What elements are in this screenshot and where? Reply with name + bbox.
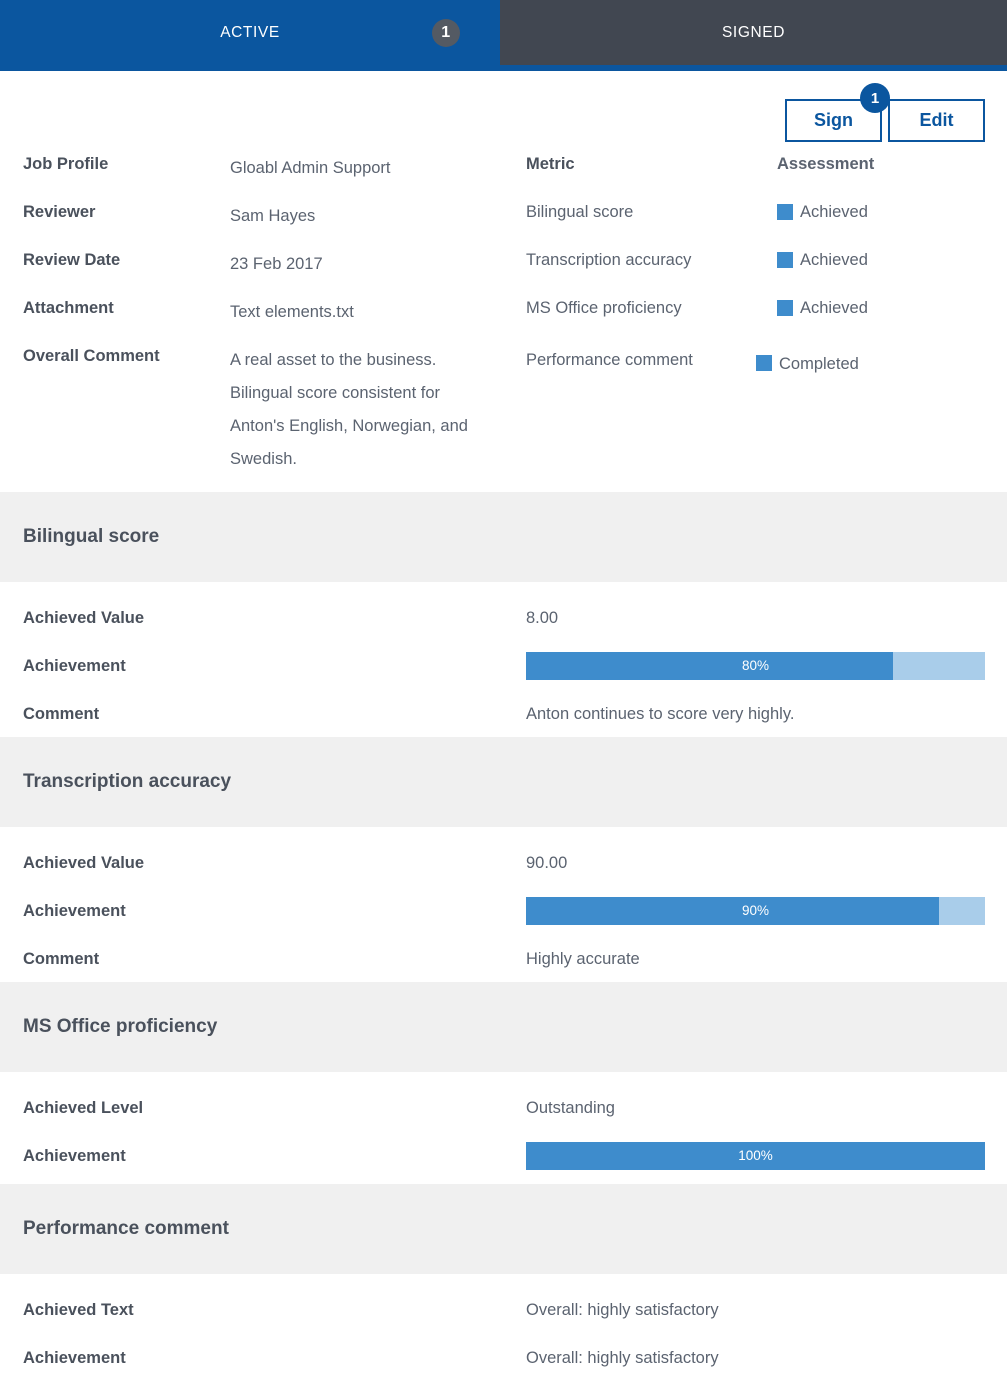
metric-assessment-table: Metric Assessment Bilingual score Achiev… bbox=[526, 152, 996, 381]
summary-key: Attachment bbox=[23, 296, 230, 320]
metric-section-ms-office-proficiency: MS Office proficiency Achieved Level Out… bbox=[0, 982, 1007, 1180]
field-value: 8.00 bbox=[526, 609, 558, 628]
summary-value: Gloabl Admin Support bbox=[230, 152, 391, 185]
status-square-icon bbox=[777, 204, 793, 220]
assessment-cell: Achieved bbox=[777, 200, 868, 224]
progress-label: 80% bbox=[526, 652, 985, 680]
field-value: Overall: highly satisfactory bbox=[526, 1301, 719, 1320]
summary-details: Job Profile Gloabl Admin Support Reviewe… bbox=[23, 152, 513, 476]
tab-bar: ACTIVE 1 SIGNED bbox=[0, 0, 1007, 71]
section-title: Bilingual score bbox=[0, 492, 1007, 582]
section-title: Performance comment bbox=[0, 1184, 1007, 1274]
summary-key: Reviewer bbox=[23, 200, 230, 224]
sign-pending-badge: 1 bbox=[860, 83, 890, 113]
field-label: Achievement bbox=[23, 902, 526, 921]
field-value: Outstanding bbox=[526, 1099, 615, 1118]
achievement-progress-bar: 90% bbox=[526, 897, 985, 925]
field-row-achieved-value: Achieved Value 8.00 bbox=[0, 594, 1007, 642]
section-body: Achieved Level Outstanding Achievement 1… bbox=[0, 1072, 1007, 1180]
field-row-achievement: Achievement 80% bbox=[0, 642, 1007, 690]
tab-signed-label: SIGNED bbox=[722, 24, 785, 42]
assessment-cell: Achieved bbox=[777, 248, 868, 272]
field-row-achievement: Achievement 90% bbox=[0, 887, 1007, 935]
achievement-progress-bar: 80% bbox=[526, 652, 985, 680]
field-value: Highly accurate bbox=[526, 950, 640, 969]
summary-row-reviewer: Reviewer Sam Hayes bbox=[23, 200, 513, 248]
progress-label: 90% bbox=[526, 897, 985, 925]
field-label: Achieved Level bbox=[23, 1099, 526, 1118]
field-row-comment: Comment Highly accurate bbox=[0, 935, 1007, 983]
metric-section-bilingual-score: Bilingual score Achieved Value 8.00 Achi… bbox=[0, 492, 1007, 738]
field-label: Achievement bbox=[23, 657, 526, 676]
summary-row-overall-comment: Overall Comment A real asset to the busi… bbox=[23, 344, 513, 476]
summary-value: Sam Hayes bbox=[230, 200, 315, 233]
section-body: Achieved Text Overall: highly satisfacto… bbox=[0, 1274, 1007, 1382]
metric-row: Performance comment Completed bbox=[526, 344, 996, 381]
field-label: Comment bbox=[23, 950, 526, 969]
summary-key: Job Profile bbox=[23, 152, 230, 176]
field-label: Comment bbox=[23, 705, 526, 724]
column-header-metric: Metric bbox=[526, 152, 777, 176]
edit-button[interactable]: Edit bbox=[888, 99, 985, 142]
status-square-icon bbox=[777, 300, 793, 316]
field-value: Anton continues to score very highly. bbox=[526, 705, 794, 724]
assessment-label: Achieved bbox=[800, 296, 868, 320]
field-row-achieved-text: Achieved Text Overall: highly satisfacto… bbox=[0, 1286, 1007, 1334]
metric-name: Transcription accuracy bbox=[526, 248, 777, 272]
metric-row: MS Office proficiency Achieved bbox=[526, 296, 996, 344]
summary-row-review-date: Review Date 23 Feb 2017 bbox=[23, 248, 513, 296]
assessment-cell: Achieved bbox=[777, 296, 868, 320]
summary-row-job-profile: Job Profile Gloabl Admin Support bbox=[23, 152, 513, 200]
tab-signed[interactable]: SIGNED bbox=[500, 0, 1007, 65]
field-value: 90.00 bbox=[526, 854, 567, 873]
metric-table-header: Metric Assessment bbox=[526, 152, 996, 200]
tab-active-label: ACTIVE bbox=[220, 24, 280, 42]
metric-row: Transcription accuracy Achieved bbox=[526, 248, 996, 296]
metric-section-transcription-accuracy: Transcription accuracy Achieved Value 90… bbox=[0, 737, 1007, 983]
section-title: MS Office proficiency bbox=[0, 982, 1007, 1072]
field-row-achievement: Achievement 100% bbox=[0, 1132, 1007, 1180]
section-body: Achieved Value 8.00 Achievement 80% Comm… bbox=[0, 582, 1007, 738]
progress-label: 100% bbox=[526, 1142, 985, 1170]
field-label: Achieved Value bbox=[23, 854, 526, 873]
summary-key: Overall Comment bbox=[23, 344, 230, 368]
field-label: Achieved Value bbox=[23, 609, 526, 628]
metric-name: MS Office proficiency bbox=[526, 296, 777, 320]
field-label: Achievement bbox=[23, 1147, 526, 1166]
attachment-value[interactable]: Text elements.txt bbox=[230, 296, 354, 329]
metric-section-performance-comment: Performance comment Achieved Text Overal… bbox=[0, 1184, 1007, 1382]
summary-value: A real asset to the business. Bilingual … bbox=[230, 344, 480, 476]
summary-value: 23 Feb 2017 bbox=[230, 248, 323, 281]
assessment-cell: Completed bbox=[756, 344, 859, 381]
column-header-assessment: Assessment bbox=[777, 152, 874, 176]
metric-name: Performance comment bbox=[526, 344, 756, 377]
achievement-progress-bar: 100% bbox=[526, 1142, 985, 1170]
assessment-label: Achieved bbox=[800, 248, 868, 272]
tab-active-badge: 1 bbox=[432, 19, 460, 47]
summary-key: Review Date bbox=[23, 248, 230, 272]
section-title: Transcription accuracy bbox=[0, 737, 1007, 827]
metric-row: Bilingual score Achieved bbox=[526, 200, 996, 248]
field-label: Achievement bbox=[23, 1349, 526, 1368]
section-body: Achieved Value 90.00 Achievement 90% Com… bbox=[0, 827, 1007, 983]
status-square-icon bbox=[756, 355, 772, 371]
status-square-icon bbox=[777, 252, 793, 268]
field-row-achieved-level: Achieved Level Outstanding bbox=[0, 1084, 1007, 1132]
field-row-comment: Comment Anton continues to score very hi… bbox=[0, 690, 1007, 738]
field-row-achievement: Achievement Overall: highly satisfactory bbox=[0, 1334, 1007, 1382]
field-row-achieved-value: Achieved Value 90.00 bbox=[0, 839, 1007, 887]
field-value: Overall: highly satisfactory bbox=[526, 1349, 719, 1368]
tab-active[interactable]: ACTIVE 1 bbox=[0, 0, 500, 65]
assessment-label: Completed bbox=[779, 348, 859, 381]
metric-name: Bilingual score bbox=[526, 200, 777, 224]
assessment-label: Achieved bbox=[800, 200, 868, 224]
field-label: Achieved Text bbox=[23, 1301, 526, 1320]
summary-row-attachment: Attachment Text elements.txt bbox=[23, 296, 513, 344]
